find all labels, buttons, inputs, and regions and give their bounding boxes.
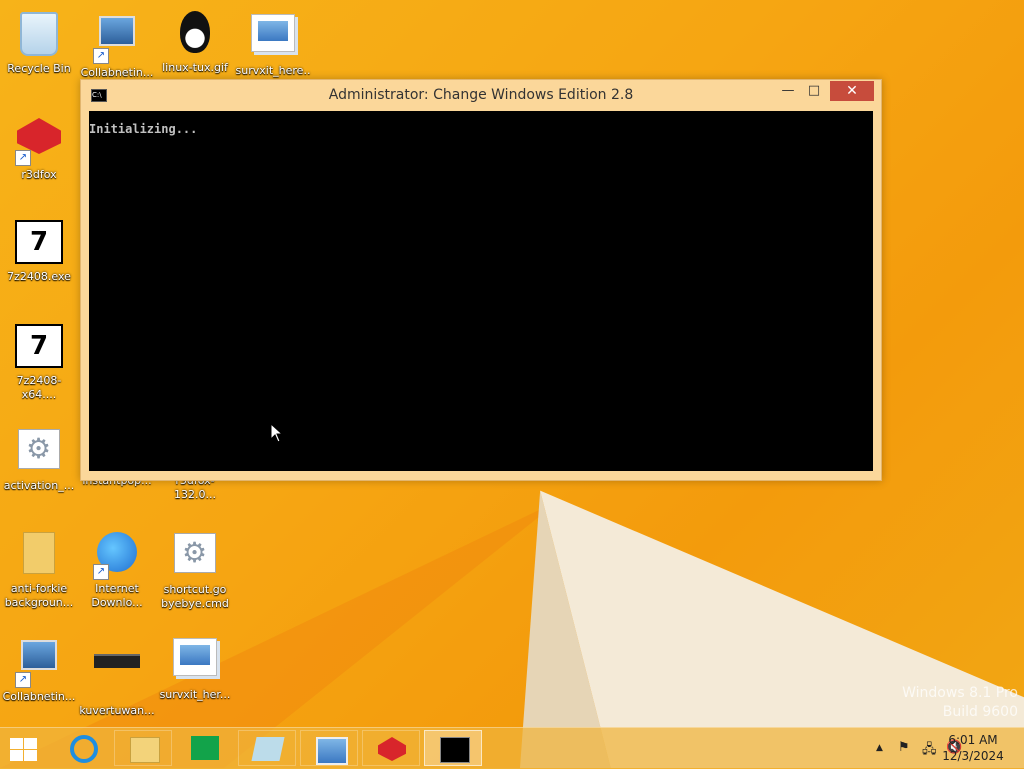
desktop-icon-label: Collabnetin... — [2, 690, 76, 703]
7zip-icon: 7 — [15, 220, 63, 268]
desktop-icon-label: anti-forkie backgroun... — [4, 582, 74, 609]
photo-viewer-icon — [316, 737, 348, 765]
desktop-icon-7z2408[interactable]: 7 7z2408.exe — [0, 216, 78, 284]
r3dfox-icon: ↗ — [15, 118, 63, 166]
windows-logo-icon — [10, 738, 23, 749]
window-titlebar[interactable]: C:\ Administrator: Change Windows Editio… — [81, 80, 881, 110]
desktop-icon-label: linux-tux.gif — [162, 61, 228, 74]
desktop-icon-r3dfox[interactable]: ↗ r3dfox — [0, 112, 78, 182]
clock-time: 6:01 AM — [948, 733, 998, 747]
7zip-icon: 7 — [15, 324, 63, 372]
r3dfox-icon — [378, 737, 406, 761]
console-area[interactable]: Initializing... — [89, 111, 873, 471]
action-center-flag-icon[interactable]: ⚑ — [898, 740, 910, 755]
console-output: Initializing... — [89, 122, 198, 136]
watermark-edition: Windows 8.1 Pro — [902, 685, 1018, 701]
desktop-icon-collabnet-2[interactable]: ↗ Collabnetin... — [0, 632, 78, 704]
console-window[interactable]: C:\ Administrator: Change Windows Editio… — [80, 79, 882, 481]
command-prompt-icon — [440, 737, 470, 763]
desktop-icon-label: r3dfox — [21, 168, 57, 181]
network-computer-icon: ↗ — [93, 16, 141, 64]
taskbar: ▲ ⚑ 🖧 🔇 6:01 AM 12/3/2024 — [0, 727, 1024, 769]
black-bar-icon — [93, 654, 141, 702]
desktop-icon-survxit-2[interactable]: survxit_her... — [156, 632, 234, 702]
background-shadow-wedge — [520, 490, 611, 768]
start-button[interactable] — [8, 737, 38, 761]
clock-date: 12/3/2024 — [942, 749, 1004, 763]
desktop-icon-label: shortcut.go byebye.cmd — [161, 583, 229, 610]
taskbar-command-prompt[interactable] — [424, 730, 482, 766]
zip-folder-icon — [15, 532, 63, 580]
taskbar-internet-explorer[interactable] — [52, 730, 110, 766]
desktop-icon-label: 7z2408-x64.... — [16, 374, 62, 401]
close-button[interactable]: ✕ — [830, 81, 874, 101]
minimize-button[interactable]: — — [775, 81, 801, 101]
desktop-icon-label: Recycle Bin — [7, 62, 71, 75]
mouse-cursor-icon — [270, 422, 284, 447]
desktop-icon-shortcut-cmd[interactable]: shortcut.go byebye.cmd — [156, 528, 234, 611]
taskbar-photos[interactable] — [300, 730, 358, 766]
gear-document-icon — [171, 533, 219, 581]
tux-penguin-icon — [171, 11, 219, 59]
desktop-icon-collabnet-1[interactable]: ↗ Collabnetin... — [78, 8, 156, 80]
taskbar-store[interactable] — [176, 730, 234, 766]
background-light-wedge — [540, 490, 1024, 768]
desktop-icon-7z2408-x64[interactable]: 7 7z2408-x64.... — [0, 320, 78, 402]
desktop-icon-linux-tux[interactable]: linux-tux.gif — [156, 8, 234, 75]
notepad-icon — [251, 737, 285, 761]
show-hidden-icons-chevron-icon[interactable]: ▲ — [876, 743, 883, 753]
window-document-icon — [249, 14, 297, 62]
store-icon — [191, 736, 219, 760]
desktop-icon-recycle-bin[interactable]: Recycle Bin — [0, 8, 78, 76]
watermark-build: Build 9600 — [942, 704, 1018, 720]
internet-explorer-icon — [70, 735, 98, 763]
desktop-icon-label: Internet Downlo... — [91, 582, 143, 609]
window-document-icon — [171, 638, 219, 686]
desktop-icon-activation[interactable]: activation_... — [0, 424, 78, 493]
recycle-bin-icon — [15, 12, 63, 60]
maximize-button[interactable]: □ — [801, 81, 827, 101]
desktop-icon-anti-forkie[interactable]: anti-forkie backgroun... — [0, 528, 78, 610]
gear-document-icon — [15, 429, 63, 477]
taskbar-file-explorer[interactable] — [114, 730, 172, 766]
download-manager-icon: ↗ — [93, 532, 141, 580]
system-tray: ▲ ⚑ 🖧 🔇 6:01 AM 12/3/2024 — [824, 728, 1024, 769]
folder-icon — [130, 737, 160, 763]
windows-watermark: Windows 8.1 Pro Build 9600 — [902, 684, 1018, 722]
desktop-icon-label: survxit_her... — [159, 688, 231, 701]
desktop-icon-label: kuvertuwan... — [79, 704, 155, 717]
network-computer-icon: ↗ — [15, 640, 63, 688]
taskbar-clock[interactable]: 6:01 AM 12/3/2024 — [938, 732, 1008, 764]
desktop-icon-kuvertuwan[interactable]: kuvertuwan... — [78, 632, 156, 718]
taskbar-notepad[interactable] — [238, 730, 296, 766]
desktop-icon-label: 7z2408.exe — [7, 270, 71, 283]
network-icon[interactable]: 🖧 — [922, 740, 937, 762]
desktop-icon-label: Collabnetin... — [80, 66, 154, 79]
desktop-icon-internet-download-manager[interactable]: ↗ Internet Downlo... — [78, 528, 156, 610]
taskbar-r3dfox[interactable] — [362, 730, 420, 766]
desktop-icon-label: activation_... — [3, 479, 75, 492]
window-title: Administrator: Change Windows Edition 2.… — [328, 87, 634, 103]
